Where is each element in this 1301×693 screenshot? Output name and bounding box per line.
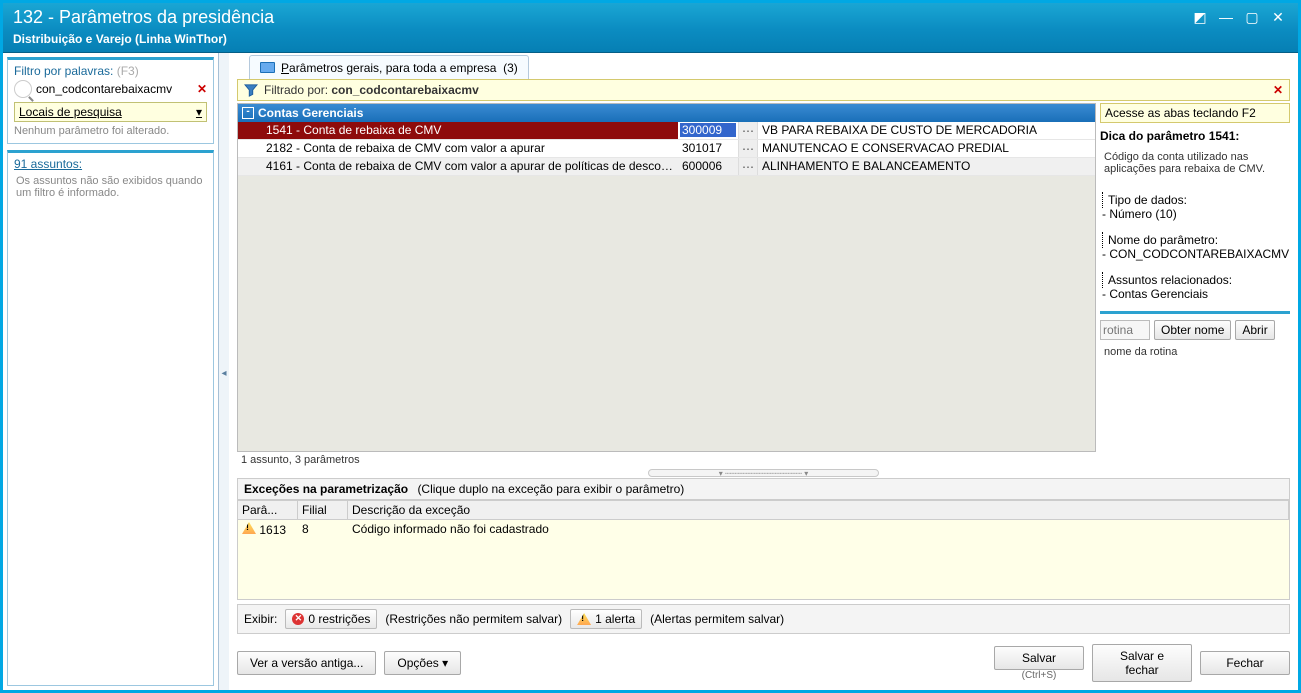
restricoes-count: 0 restrições: [308, 612, 370, 626]
grid-group-header[interactable]: - Contas Gerenciais: [238, 104, 1095, 122]
assuntos-label: Assuntos relacionados:: [1102, 273, 1290, 287]
lookup-button[interactable]: ⋯: [738, 122, 758, 139]
search-icon: [14, 80, 32, 98]
restricoes-chip[interactable]: ✕ 0 restrições: [285, 609, 377, 629]
row-desc: ALINHAMENTO E BALANCEAMENTO: [758, 158, 1095, 175]
grid-empty-area: [238, 176, 1095, 451]
row-label: 2182 - Conta de rebaixa de CMV com valor…: [238, 140, 678, 157]
no-alter-text: Nenhum parâmetro foi alterado.: [14, 125, 207, 137]
exc-title: Exceções na parametrização: [244, 482, 408, 496]
tab-label: arâmetros gerais, para toda a empresa: [289, 61, 496, 75]
filter-info-bar: Filtrado por: con_codcontarebaixacmv ✕: [237, 79, 1290, 101]
filter-input[interactable]: [36, 82, 193, 96]
exibir-bar: Exibir: ✕ 0 restrições (Restrições não p…: [237, 604, 1290, 634]
restricoes-hint: (Restrições não permitem salvar): [385, 612, 562, 626]
group-label: Contas Gerenciais: [258, 106, 363, 120]
minimize-icon[interactable]: —: [1216, 10, 1236, 26]
clear-filter-icon[interactable]: ✕: [197, 82, 207, 96]
lookup-button[interactable]: ⋯: [738, 140, 758, 157]
vertical-splitter[interactable]: ◂: [219, 53, 229, 690]
row-desc: VB PARA REBAIXA DE CUSTO DE MERCADORIA: [758, 122, 1095, 139]
horizontal-splitter[interactable]: ▾ ┄┄┄┄┄┄┄┄┄┄┄┄┄┄┄┄ ▾: [229, 468, 1298, 478]
exc-hint: (Clique duplo na exceção para exibir o p…: [417, 482, 684, 496]
window-title: 132 - Parâmetros da presidência: [13, 7, 1190, 28]
window-subtitle: Distribuição e Varejo (Linha WinThor): [3, 30, 1298, 53]
row-value: 600006: [680, 159, 736, 173]
lookup-button[interactable]: ⋯: [738, 158, 758, 175]
assuntos-header[interactable]: 91 assuntos:: [14, 157, 207, 171]
collapse-icon[interactable]: -: [242, 107, 254, 119]
filter-panel: Filtro por palavras: (F3) ✕ Locais de pe…: [7, 57, 214, 144]
exceptions-header: Exceções na parametrização (Clique duplo…: [237, 478, 1290, 500]
exibir-label: Exibir:: [244, 612, 277, 626]
grid-row[interactable]: 1541 - Conta de rebaixa de CMV ⋯ VB PARA…: [238, 122, 1095, 140]
alertas-count: 1 alerta: [595, 612, 635, 626]
funnel-icon: [244, 83, 258, 97]
row-label: 1541 - Conta de rebaixa de CMV: [238, 122, 678, 139]
row-value: 301017: [680, 141, 736, 155]
fechar-button[interactable]: Fechar: [1200, 651, 1290, 675]
maximize-icon[interactable]: ▢: [1242, 10, 1262, 26]
param-grid: - Contas Gerenciais 1541 - Conta de reba…: [237, 103, 1096, 468]
info-panel: Acesse as abas teclando F2 Dica do parâm…: [1100, 103, 1290, 468]
opcoes-button[interactable]: Opções ▾: [384, 651, 461, 675]
exc-filial: 8: [298, 522, 348, 537]
exc-desc: Código informado não foi cadastrado: [348, 522, 1289, 537]
tab-count: (3): [503, 61, 518, 75]
f2-hint: Acesse as abas teclando F2: [1100, 103, 1290, 123]
grid-status: 1 assunto, 3 parâmetros: [237, 452, 1096, 468]
folder-icon: [260, 62, 275, 73]
obter-nome-button[interactable]: Obter nome: [1154, 320, 1231, 340]
alertas-hint: (Alertas permitem salvar): [650, 612, 784, 626]
locais-label: Locais de pesquisa: [19, 105, 122, 119]
chevron-down-icon: ▾: [196, 105, 202, 119]
grid-row[interactable]: 4161 - Conta de rebaixa de CMV com valor…: [238, 158, 1095, 176]
nome-rotina-text: nome da rotina: [1100, 344, 1290, 360]
clear-filterbar-icon[interactable]: ✕: [1273, 83, 1283, 97]
tab-parametros-gerais[interactable]: Parâmetros gerais, para toda a empresa (…: [249, 55, 529, 79]
dica-header: Dica do parâmetro 1541:: [1100, 127, 1290, 145]
col-desc[interactable]: Descrição da exceção: [348, 501, 1289, 519]
versao-antiga-button[interactable]: Ver a versão antiga...: [237, 651, 376, 675]
left-sidebar: Filtro por palavras: (F3) ✕ Locais de pe…: [3, 53, 219, 690]
warning-icon: [242, 522, 256, 534]
tipo-label: Tipo de dados:: [1102, 193, 1290, 207]
alertas-chip[interactable]: 1 alerta: [570, 609, 642, 629]
error-icon: ✕: [292, 613, 304, 625]
nome-label: Nome do parâmetro:: [1102, 233, 1290, 247]
close-icon[interactable]: ✕: [1268, 10, 1288, 26]
row-label: 4161 - Conta de rebaixa de CMV com valor…: [238, 158, 678, 175]
filter-hint: (F3): [117, 64, 139, 78]
assuntos-body: Os assuntos não são exibidos quando um f…: [14, 173, 207, 679]
exception-row[interactable]: 1613 8 Código informado não foi cadastra…: [238, 520, 1289, 539]
titlebar: 132 - Parâmetros da presidência ◩ — ▢ ✕: [3, 3, 1298, 30]
dica-body: Código da conta utilizado nas aplicações…: [1100, 149, 1290, 177]
filter-prefix: Filtrado por:: [264, 83, 328, 97]
salvar-fechar-button[interactable]: Salvar e fechar: [1092, 644, 1192, 682]
bottom-toolbar: Ver a versão antiga... Opções ▾ Salvar (…: [229, 640, 1298, 690]
assuntos-value: - Contas Gerenciais: [1102, 287, 1290, 301]
col-param[interactable]: Parâ...: [238, 501, 298, 519]
locais-pesquisa-dropdown[interactable]: Locais de pesquisa ▾: [14, 102, 207, 122]
nome-value: - CON_CODCONTAREBAIXACMV: [1102, 247, 1290, 261]
tipo-value: - Número (10): [1102, 207, 1290, 221]
ctrl-s-hint: (Ctrl+S): [994, 670, 1084, 681]
grid-row[interactable]: 2182 - Conta de rebaixa de CMV com valor…: [238, 140, 1095, 158]
warning-icon: [577, 613, 591, 625]
exc-param: 1613: [259, 523, 286, 537]
abrir-button[interactable]: Abrir: [1235, 320, 1274, 340]
filter-label: Filtro por palavras:: [14, 64, 113, 78]
salvar-button[interactable]: Salvar: [994, 646, 1084, 670]
col-filial[interactable]: Filial: [298, 501, 348, 519]
exceptions-grid: Parâ... Filial Descrição da exceção 1613…: [237, 500, 1290, 600]
row-desc: MANUTENCAO E CONSERVACAO PREDIAL: [758, 140, 1095, 157]
row-value-input[interactable]: [680, 123, 736, 137]
rotina-input[interactable]: [1100, 320, 1150, 340]
restore-icon[interactable]: ◩: [1190, 10, 1210, 26]
assuntos-panel: 91 assuntos: Os assuntos não são exibido…: [7, 150, 214, 686]
filter-value: con_codcontarebaixacmv: [331, 83, 478, 97]
